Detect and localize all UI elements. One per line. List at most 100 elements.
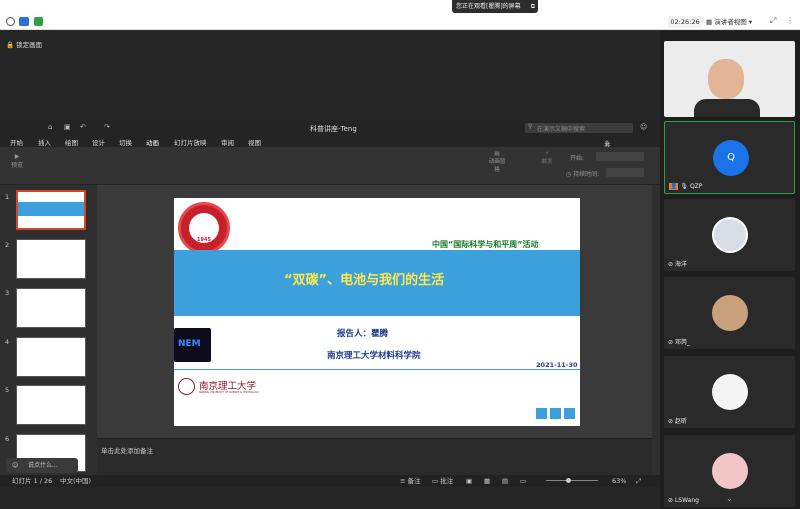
zoom-level: 63% xyxy=(612,477,627,485)
start-label: 开始: xyxy=(570,155,585,162)
notes-icon: ≡ xyxy=(400,477,406,485)
institution: 南京理工大学材料科学院 xyxy=(327,351,421,361)
title-band: “双碳”、电池与我们的生活 xyxy=(174,250,580,316)
ribbon-toolbar: ▶ 预览 ▤ 动画窗格 ⚡ 触发 开始: ◷ 持续时间: xyxy=(0,147,660,185)
slide-thumbnails: 1 2 3 4 5 6 xyxy=(0,185,96,475)
slide-thumb-1[interactable] xyxy=(16,190,86,230)
emblem-year: 1945 xyxy=(197,237,211,243)
lock-view-label: 锁定画面 xyxy=(16,41,43,49)
undo-icon[interactable]: ↶ xyxy=(80,123,86,131)
participant-name-text: 赵昕 xyxy=(674,418,687,425)
file-title: 科普讲座-Teng xyxy=(310,125,357,133)
tab-review[interactable]: 审阅 xyxy=(221,137,234,147)
chat-icon: ☺ xyxy=(12,462,19,469)
participant-tile[interactable]: ⊘ 邓芮_ xyxy=(664,277,795,349)
top-bar: 您正在观看[瞿腾]的屏幕 ⧉ 02:26:26 ▦ 演讲者视图 ▾ ⤢ ⋮ xyxy=(0,0,800,30)
search-box[interactable]: ⚲ 在演示文稿中搜索 xyxy=(525,123,633,133)
slide-thumb-4[interactable] xyxy=(16,337,86,377)
user-icon[interactable]: ☺ xyxy=(640,123,647,131)
slide-thumb-2[interactable] xyxy=(16,239,86,279)
participant-name: ⊘ 海洋 xyxy=(668,259,687,268)
event-title: 中国“国际科学与和平周”活动 xyxy=(432,240,539,249)
save-icon[interactable]: ▣ xyxy=(64,123,71,131)
univ-name-en: NANJING UNIVERSITY OF SCIENCE & TECHNOLO… xyxy=(199,391,260,394)
animation-pane-label: 动画窗格 xyxy=(488,159,506,173)
tab-slideshow[interactable]: 幻灯片放映 xyxy=(174,137,207,147)
participant-tile[interactable]: Q 👤 🎙 QZP xyxy=(664,121,795,194)
powerpoint-window: ⌂ ▣ ↶ ↷ 科普讲座-Teng ⚲ 在演示文稿中搜索 ☺ 开始 插入 绘图 … xyxy=(0,121,660,487)
initial-avatar: Q xyxy=(713,140,749,176)
date-rule xyxy=(174,369,580,370)
participant-name: ⊘ 赵昕 xyxy=(668,416,687,425)
comment-placeholder: 说点什么... xyxy=(28,462,58,469)
view-mode-label: 演讲者视图 xyxy=(714,18,747,26)
tab-transitions[interactable]: 切换 xyxy=(119,137,132,147)
slideshow-icon[interactable]: ▭ xyxy=(520,475,526,487)
notes-toggle[interactable]: ≡ 备注 xyxy=(400,475,421,487)
univ-name-calligraphy: 南京理工大学 xyxy=(199,381,257,392)
normal-view-icon[interactable]: ▣ xyxy=(466,475,472,487)
notes-pane[interactable]: 单击此处添加备注 xyxy=(97,438,652,475)
zoom-slider[interactable] xyxy=(546,480,598,481)
fit-slide-icon[interactable]: ⤢ xyxy=(636,475,641,487)
zoom-slider-thumb[interactable] xyxy=(566,478,571,483)
stop-watch-icon[interactable]: ⧉ xyxy=(531,0,535,13)
participant-tile[interactable]: ⊘ 赵昕 xyxy=(664,356,795,428)
scroll-down-icon[interactable]: ⌄ xyxy=(726,494,733,503)
clock-icon: ◷ xyxy=(566,171,572,178)
search-placeholder: 在演示文稿中搜索 xyxy=(537,126,586,133)
lock-view-button[interactable]: 🔒 锁定画面 xyxy=(6,39,42,49)
view-mode-button[interactable]: ▦ 演讲者视图 ▾ xyxy=(706,16,762,28)
fullscreen-icon[interactable]: ⤢ xyxy=(770,16,776,26)
sorter-view-icon[interactable]: ▦ xyxy=(484,475,490,487)
comment-input[interactable]: ☺ 说点什么... xyxy=(6,458,78,473)
share-banner-text: 您正在观看[瞿腾]的屏幕 xyxy=(456,3,521,10)
comments-toggle[interactable]: ▭ 批注 xyxy=(432,475,453,487)
nem-logo: NEM xyxy=(174,328,211,362)
participant-name-text: QZP xyxy=(689,183,703,190)
avatar xyxy=(712,217,748,253)
redo-icon[interactable]: ↷ xyxy=(104,123,110,131)
tab-design[interactable]: 设计 xyxy=(92,137,105,147)
lock-icon: 🔒 xyxy=(6,41,15,49)
reading-view-icon[interactable]: ▤ xyxy=(502,475,508,487)
participant-name: ⊘ LSWang xyxy=(668,497,699,504)
thumb-number: 5 xyxy=(5,386,10,394)
info-icon[interactable] xyxy=(6,17,15,26)
tab-view[interactable]: 视图 xyxy=(248,137,261,147)
trigger-label: 触发 xyxy=(541,159,553,165)
trigger-button[interactable]: ⚡ 触发 xyxy=(538,151,556,165)
animation-pane-button[interactable]: ▤ 动画窗格 xyxy=(488,151,506,173)
slide-button-3 xyxy=(564,408,575,419)
preview-button[interactable]: ▶ 预览 xyxy=(8,153,26,169)
tab-draw[interactable]: 绘图 xyxy=(65,137,78,147)
participant-name: 🎙 瞿腾 xyxy=(668,105,690,114)
duration-input[interactable] xyxy=(606,168,644,177)
thumb-number: 1 xyxy=(5,193,10,201)
share-banner: 您正在观看[瞿腾]的屏幕 ⧉ xyxy=(452,0,538,13)
comments-toggle-label: 批注 xyxy=(440,477,454,485)
tab-home[interactable]: 开始 xyxy=(10,137,23,147)
more-icon[interactable]: ⋮ xyxy=(786,16,794,25)
notes-placeholder: 单击此处添加备注 xyxy=(101,447,153,455)
participant-name-text: LSWang xyxy=(674,497,699,504)
tab-insert[interactable]: 插入 xyxy=(38,137,51,147)
participant-tile[interactable]: ⊘ 海洋 xyxy=(664,199,795,271)
slide-thumb-3[interactable] xyxy=(16,288,86,328)
status-bar: 幻灯片 1 / 26 中文(中国) ≡ 备注 ▭ 批注 ▣ ▦ ▤ ▭ 63% … xyxy=(0,475,660,487)
participant-panel: 🎙 瞿腾 Q 👤 🎙 QZP ⊘ 海洋 ⊘ 邓芮_ ⊘ 赵昕 ⊘ LSWang … xyxy=(660,31,800,509)
home-icon[interactable]: ⌂ xyxy=(48,123,52,131)
participant-name-text: 邓芮_ xyxy=(674,339,690,346)
univ-seal-icon xyxy=(178,378,195,395)
ribbon-tabs: 开始 插入 绘图 设计 切换 动画 幻灯片放映 审阅 视图 ⇪ 共享 xyxy=(0,135,660,159)
chevron-down-icon: ▾ xyxy=(748,18,753,26)
comment-icon: ▭ xyxy=(432,477,439,485)
speaker-line: 报告人：瞿腾 xyxy=(337,327,388,339)
shield-icon[interactable] xyxy=(19,17,29,26)
avatar xyxy=(712,453,748,489)
slide-button-1 xyxy=(536,408,547,419)
start-dropdown[interactable] xyxy=(596,152,644,161)
slide-thumb-5[interactable] xyxy=(16,385,86,425)
participant-tile[interactable]: 🎙 瞿腾 xyxy=(664,41,795,117)
current-slide[interactable]: 1945 中国“国际科学与和平周”活动 “双碳”、电池与我们的生活 NEM 报告… xyxy=(174,198,580,426)
